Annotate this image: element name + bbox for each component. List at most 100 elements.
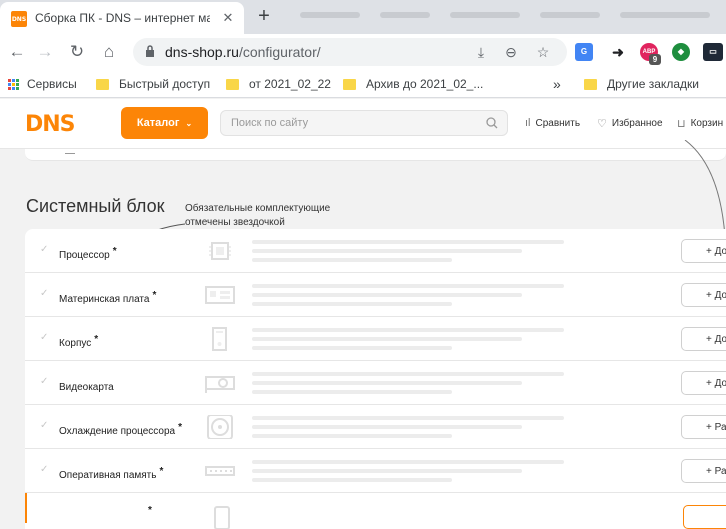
placeholder-bar — [252, 390, 452, 394]
placeholder-bar — [252, 293, 522, 297]
bookmark-star-icon[interactable]: ☆ — [533, 42, 553, 62]
bookmark-services[interactable]: Сервисы — [8, 76, 77, 92]
component-label: Материнская плата * — [59, 290, 157, 305]
placeholder-bar — [252, 284, 564, 288]
dns-logo[interactable]: DNS — [25, 112, 76, 137]
translate-extension-icon[interactable]: G — [575, 43, 593, 61]
zoom-icon[interactable]: ⊖ — [501, 42, 521, 62]
component-label: Видеокарта — [59, 382, 114, 393]
placeholder-bar — [252, 258, 452, 262]
placeholder-bar — [252, 425, 522, 429]
url-text: dns-shop.ru/configurator/ — [165, 44, 321, 60]
placeholder-bar — [252, 346, 452, 350]
install-icon[interactable]: ⤓ — [471, 42, 491, 62]
compare-link[interactable]: ıl Сравнить — [525, 117, 580, 129]
placeholder-bar — [252, 434, 452, 438]
folder-icon — [226, 78, 239, 90]
add-cpu-button[interactable]: + Добавить — [681, 239, 726, 263]
components-list: ✓ Процессор* + Добавить ✓ Материнская пл… — [25, 229, 726, 529]
home-icon[interactable]: ⌂ — [96, 39, 122, 65]
add-case-button[interactable]: + Добавить — [681, 327, 726, 351]
cart-icon: ⊔ — [677, 118, 686, 130]
blurred-tab[interactable] — [540, 12, 600, 18]
section-title: Системный блок — [26, 196, 165, 216]
add-motherboard-button[interactable]: + Добавить — [681, 283, 726, 307]
component-label: Корпус * — [59, 334, 99, 349]
placeholder-bar — [252, 249, 522, 253]
dns-favicon-icon: DNS — [11, 11, 27, 27]
bookmarks-bar: Сервисы Быстрый доступ от 2021_02_22 Арх… — [0, 70, 726, 98]
back-arrow-icon[interactable]: ← — [4, 39, 30, 65]
bookmark-folder[interactable]: Быстрый доступ — [96, 76, 210, 92]
close-tab-icon[interactable]: ✕ — [220, 10, 236, 26]
cpu-icon — [209, 242, 231, 260]
bookmark-other[interactable]: Другие закладки — [584, 76, 699, 92]
search-input[interactable]: Поиск по сайту — [220, 110, 508, 136]
placeholder-bar — [252, 240, 564, 244]
favorites-link[interactable]: ♡ Избранное — [597, 117, 663, 130]
component-row-cooler[interactable]: ✓ Охлаждение процессора* + Разделы — [25, 405, 726, 449]
placeholder-bar — [252, 372, 564, 376]
reload-icon[interactable]: ↻ — [64, 39, 90, 65]
check-icon: ✓ — [40, 464, 49, 475]
motherboard-icon — [205, 286, 235, 304]
partial-row-button[interactable] — [683, 505, 726, 529]
blurred-tab[interactable] — [620, 12, 710, 18]
blurred-tab[interactable] — [380, 12, 430, 18]
check-icon: ✓ — [40, 420, 49, 431]
ram-icon — [205, 466, 235, 476]
component-label: Оперативная память * — [59, 466, 164, 481]
check-icon: ✓ — [40, 244, 49, 255]
placeholder-bar — [252, 337, 522, 341]
shield-extension-icon[interactable]: ◆ — [672, 43, 690, 61]
cooler-icon — [207, 415, 233, 439]
placeholder-bar — [252, 302, 452, 306]
browser-toolbar: ← → ↻ ⌂ dns-shop.ru/configurator/ ⤓ ⊖ ☆ … — [0, 34, 726, 70]
search-icon[interactable] — [485, 116, 499, 130]
blurred-tab[interactable] — [450, 12, 520, 18]
folder-icon — [96, 78, 109, 90]
dark-extension-icon[interactable]: ▭ — [703, 43, 723, 61]
placeholder-bar — [252, 416, 564, 420]
add-gpu-button[interactable]: + Добавить — [681, 371, 726, 395]
browser-tab-bar: DNS Сборка ПК - DNS – интернет ма ✕ + — [0, 0, 726, 34]
case-icon — [212, 327, 227, 351]
component-row-partial[interactable]: * — [25, 493, 726, 529]
new-tab-button[interactable]: + — [252, 5, 276, 29]
bookmark-folder[interactable]: от 2021_02_22 — [226, 76, 331, 92]
check-icon: ✓ — [40, 288, 49, 299]
folder-icon — [584, 78, 597, 90]
share-extension-icon[interactable]: ➜ — [609, 43, 627, 61]
browser-tab-active[interactable]: DNS Сборка ПК - DNS – интернет ма ✕ — [0, 2, 244, 34]
tab-title: Сборка ПК - DNS – интернет ма — [35, 11, 210, 25]
check-icon: ✓ — [40, 376, 49, 387]
cart-link[interactable]: ⊔ Корзин — [677, 117, 723, 130]
catalog-button[interactable]: Каталог ⌄ — [121, 107, 208, 139]
component-row-cpu[interactable]: ✓ Процессор* + Добавить — [25, 229, 726, 273]
lock-icon — [146, 45, 154, 57]
adblock-badge: 9 — [649, 54, 661, 65]
forward-arrow-icon[interactable]: → — [32, 39, 58, 65]
placeholder-bar — [252, 328, 564, 332]
component-label: Процессор * — [59, 246, 117, 261]
bookmark-folder[interactable]: Архив до 2021_02_... — [343, 76, 483, 92]
bookmarks-overflow-button[interactable]: » — [553, 76, 561, 92]
required-hint: Обязательные комплектующие отмечены звез… — [185, 203, 331, 228]
cooler-sections-button[interactable]: + Разделы — [681, 415, 726, 439]
required-star: * — [148, 505, 152, 516]
apps-grid-icon — [8, 78, 19, 90]
address-bar[interactable]: dns-shop.ru/configurator/ ⤓ ⊖ ☆ — [133, 38, 567, 66]
component-row-gpu[interactable]: ✓ Видеокарта + Добавить — [25, 361, 726, 405]
placeholder-bar — [252, 460, 564, 464]
placeholder-bar — [252, 381, 522, 385]
component-label: Охлаждение процессора * — [59, 422, 183, 437]
component-row-motherboard[interactable]: ✓ Материнская плата* + Добавить — [25, 273, 726, 317]
heart-icon: ♡ — [597, 118, 607, 130]
component-row-ram[interactable]: ✓ Оперативная память* + Разделы — [25, 449, 726, 493]
check-icon: ✓ — [40, 332, 49, 343]
ram-sections-button[interactable]: + Разделы — [681, 459, 726, 483]
blurred-tab[interactable] — [300, 12, 360, 18]
compare-icon: ıl — [525, 117, 531, 129]
folder-icon — [343, 78, 356, 90]
component-row-case[interactable]: ✓ Корпус* + Добавить — [25, 317, 726, 361]
